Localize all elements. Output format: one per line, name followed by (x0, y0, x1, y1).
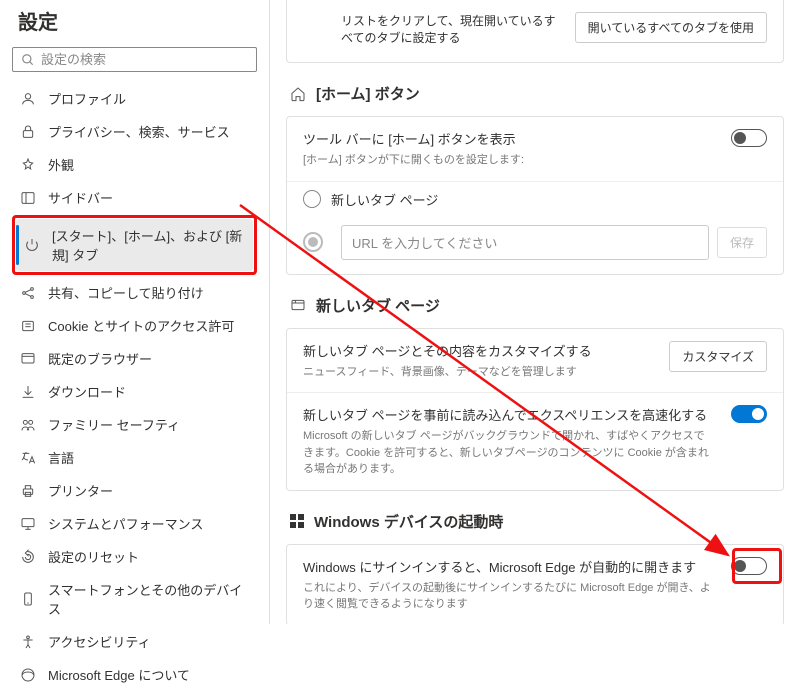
sidebar-item-label: Cookie とサイトのアクセス許可 (48, 316, 234, 335)
sidebar-item-share[interactable]: 共有、コピーして貼り付け (12, 276, 257, 309)
highlight-box-sidebar: [スタート]、[ホーム]、および [新規] タブ (12, 215, 257, 275)
sidebar-item-label: プロファイル (48, 89, 126, 108)
settings-title: 設定 (12, 0, 257, 47)
printer-icon (20, 483, 36, 499)
customize-newtab-title: 新しいタブ ページとその内容をカスタマイズする (303, 341, 653, 360)
home-section-header: [ホーム] ボタン (290, 83, 784, 104)
home-icon (290, 86, 306, 102)
newtab-section-header: 新しいタブ ページ (290, 295, 784, 316)
home-button-toggle[interactable] (731, 129, 767, 147)
sidebar-icon (20, 190, 36, 206)
newtab-icon (290, 297, 306, 313)
power-icon (24, 237, 40, 253)
sidebar-item-family[interactable]: ファミリー セーフティ (12, 408, 257, 441)
search-box[interactable] (12, 47, 257, 72)
sidebar-item-label: 既定のブラウザー (48, 349, 152, 368)
auto-open-title: Windows にサインインすると、Microsoft Edge が自動的に開き… (303, 557, 715, 576)
preload-title: 新しいタブ ページを事前に読み込んでエクスペリエンスを高速化する (303, 405, 715, 424)
sidebar-item-appearance[interactable]: 外観 (12, 148, 257, 181)
radio-circle-url-icon[interactable] (303, 232, 323, 252)
sidebar: 設定 プロファイル プライバシー、検索、サービス 外観 サイドバー [スタート]… (0, 0, 270, 624)
home-toggle-label: ツール バーに [ホーム] ボタンを表示 (303, 129, 715, 148)
sidebar-item-label: 外観 (48, 155, 74, 174)
sidebar-item-downloads[interactable]: ダウンロード (12, 375, 257, 408)
auto-open-sub: これにより、デバイスの起動後にサインインするたびに Microsoft Edge… (303, 580, 715, 613)
clear-list-desc: リストをクリアして、現在開いているすべてのタブに設定する (341, 12, 559, 46)
sidebar-item-label: スマートフォンとその他のデバイス (48, 580, 249, 618)
sidebar-item-label: ファミリー セーフティ (48, 415, 180, 434)
windows-device-section-header: Windows デバイスの起動時 (290, 511, 784, 532)
edge-icon (20, 667, 36, 683)
language-icon (20, 450, 36, 466)
radio-circle-icon (303, 190, 321, 208)
sidebar-item-accessibility[interactable]: アクセシビリティ (12, 625, 257, 658)
sidebar-item-label: 共有、コピーして貼り付け (48, 283, 204, 302)
home-toggle-sub: [ホーム] ボタンが下に開くものを設定します: (303, 152, 715, 169)
system-icon (20, 516, 36, 532)
cookie-icon (20, 318, 36, 334)
use-all-tabs-button[interactable]: 開いているすべてのタブを使用 (575, 12, 767, 43)
sidebar-item-profile[interactable]: プロファイル (12, 82, 257, 115)
sidebar-item-label: システムとパフォーマンス (48, 514, 203, 533)
search-icon (21, 53, 35, 67)
share-icon (20, 285, 36, 301)
sidebar-item-sidebar[interactable]: サイドバー (12, 181, 257, 214)
sidebar-item-label: 設定のリセット (48, 547, 139, 566)
sidebar-item-label: ダウンロード (48, 382, 126, 401)
phone-icon (20, 591, 36, 607)
sidebar-item-reset[interactable]: 設定のリセット (12, 540, 257, 573)
sidebar-item-label: サイドバー (48, 188, 113, 207)
sidebar-item-system[interactable]: システムとパフォーマンス (12, 507, 257, 540)
download-icon (20, 384, 36, 400)
main-content: リストをクリアして、現在開いているすべてのタブに設定する 開いているすべてのタブ… (270, 0, 800, 624)
sidebar-item-start-home-newtab[interactable]: [スタート]、[ホーム]、および [新規] タブ (16, 219, 253, 271)
save-button[interactable]: 保存 (717, 227, 767, 258)
windows-icon (290, 514, 304, 528)
sidebar-item-printers[interactable]: プリンター (12, 474, 257, 507)
sidebar-item-label: [スタート]、[ホーム]、および [新規] タブ (52, 226, 245, 264)
browser-icon (20, 351, 36, 367)
sidebar-item-phone[interactable]: スマートフォンとその他のデバイス (12, 573, 257, 625)
sidebar-item-label: 言語 (48, 448, 74, 467)
search-input[interactable] (41, 52, 248, 67)
appearance-icon (20, 157, 36, 173)
profile-icon (20, 91, 36, 107)
sidebar-item-label: プリンター (48, 481, 113, 500)
sidebar-item-label: アクセシビリティ (48, 632, 151, 651)
preload-toggle[interactable] (731, 405, 767, 423)
home-url-input[interactable]: URL を入力してください (341, 225, 709, 260)
lock-icon (20, 124, 36, 140)
sidebar-item-language[interactable]: 言語 (12, 441, 257, 474)
sidebar-item-default-browser[interactable]: 既定のブラウザー (12, 342, 257, 375)
customize-button[interactable]: カスタマイズ (669, 341, 767, 372)
sidebar-item-about[interactable]: Microsoft Edge について (12, 658, 257, 691)
preload-sub: Microsoft の新しいタブ ページがバックグラウンドで開かれ、すばやくアク… (303, 428, 715, 478)
accessibility-icon (20, 634, 36, 650)
customize-newtab-sub: ニュースフィード、背景画像、テーマなどを管理します (303, 364, 653, 381)
family-icon (20, 417, 36, 433)
sidebar-item-cookies[interactable]: Cookie とサイトのアクセス許可 (12, 309, 257, 342)
sidebar-item-label: プライバシー、検索、サービス (48, 122, 230, 141)
reset-icon (20, 549, 36, 565)
sidebar-item-label: Microsoft Edge について (48, 665, 190, 684)
radio-new-tab-page[interactable]: 新しいタブ ページ (287, 182, 783, 217)
highlight-box-toggle (732, 548, 782, 584)
sidebar-item-privacy[interactable]: プライバシー、検索、サービス (12, 115, 257, 148)
